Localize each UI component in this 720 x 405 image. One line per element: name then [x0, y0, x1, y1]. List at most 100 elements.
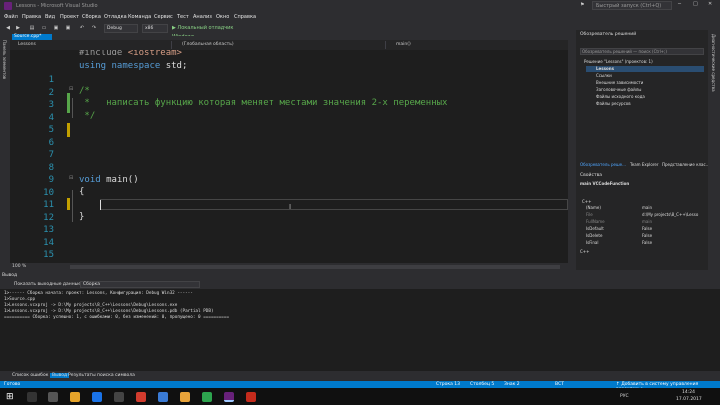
member-dropdown[interactable]: main()	[390, 41, 560, 49]
menu-team[interactable]: Команда	[128, 14, 151, 20]
property-row[interactable]: IsFinal False	[580, 240, 704, 247]
status-insert-mode: ВСТ	[555, 382, 564, 387]
tree-item-headers[interactable]: Заголовочные файлы	[596, 87, 641, 92]
line-number: 5	[48, 125, 54, 135]
property-row[interactable]: IsDefault False	[580, 226, 704, 233]
close-button[interactable]: ✕	[708, 1, 712, 7]
flag-icon[interactable]: ⚑	[580, 2, 584, 8]
code-editor[interactable]: ⊟ ⊟ I 1 2 3 4 5 6 7 8 9 10 11 12 13 14 1…	[10, 50, 568, 263]
window-title: Lessons - Microsoft Visual Studio	[16, 3, 98, 9]
tab-solution-explorer[interactable]: Обозреватель реше...	[580, 162, 626, 167]
project-node[interactable]: Lessons	[596, 66, 614, 71]
properties-category: C++	[582, 199, 592, 204]
minimize-button[interactable]: ─	[678, 1, 681, 7]
search-icon[interactable]	[27, 392, 37, 402]
tab-symbol-results[interactable]: Результаты поиска символа	[68, 373, 135, 378]
tree-item-sources[interactable]: Файлы исходного кода	[596, 94, 645, 99]
platform-dropdown[interactable]: x86	[142, 24, 168, 33]
output-line: ========== Сборка: успешно: 1, с ошибкам…	[4, 315, 230, 320]
property-row[interactable]: File d:\My projects\8_C++\Lesso	[580, 212, 704, 219]
menu-help[interactable]: Справка	[234, 14, 256, 20]
toolbox-tab[interactable]: Панель элементов	[2, 40, 7, 79]
properties-panel: Свойства main VCCodeFunction C++ (Name) m…	[576, 170, 708, 270]
solution-root[interactable]: Решение "Lessons" (проектов: 1)	[584, 59, 653, 64]
menu-tools[interactable]: Сервис	[154, 14, 173, 20]
menu-analyze[interactable]: Анализ	[193, 14, 212, 20]
open-icon[interactable]: ▭	[40, 24, 48, 33]
properties-object[interactable]: main VCCodeFunction	[580, 181, 629, 186]
menu-debug[interactable]: Отладка	[104, 14, 127, 20]
tray-date[interactable]: 17.07.2017	[676, 397, 702, 402]
tree-item-external[interactable]: Внешние зависимости	[596, 80, 643, 85]
tree-item-resources[interactable]: Файлы ресурсов	[596, 101, 631, 106]
diagnostics-strip: Диагностические средства	[708, 30, 720, 270]
collapse-toggle[interactable]: ⊟	[69, 86, 73, 92]
redo-icon[interactable]: ↷	[90, 24, 98, 33]
save-all-icon[interactable]: ▣	[64, 24, 72, 33]
zoom-level[interactable]: 100 %	[12, 264, 26, 269]
using-rest: std;	[160, 61, 188, 71]
app-icon[interactable]	[246, 392, 256, 402]
store-icon[interactable]	[114, 392, 124, 402]
app-icon[interactable]	[202, 392, 212, 402]
app-icon[interactable]	[158, 392, 168, 402]
property-value: False	[642, 226, 653, 231]
task-view-icon[interactable]	[48, 392, 58, 402]
line-number: 1	[48, 75, 54, 85]
output-show-label: Показать выходные данные из:	[14, 282, 90, 287]
diagnostics-tab[interactable]: Диагностические средства	[711, 34, 716, 92]
property-value: False	[642, 233, 653, 238]
tree-item-references[interactable]: Ссылки	[596, 73, 612, 78]
tray-lang[interactable]: РУС	[620, 394, 629, 399]
tab-output[interactable]: Вывод	[50, 373, 70, 378]
tab-class-view[interactable]: Представление клас...	[662, 162, 710, 167]
maximize-button[interactable]: □	[693, 1, 698, 7]
line-number: 10	[43, 188, 54, 198]
property-row[interactable]: IsDelete False	[580, 233, 704, 240]
save-icon[interactable]: ▣	[52, 24, 60, 33]
scope-dropdown[interactable]: (Глобальная область)	[176, 41, 386, 49]
file-explorer-icon[interactable]	[70, 392, 80, 402]
media-icon[interactable]	[136, 392, 146, 402]
collapse-toggle[interactable]: ⊟	[69, 175, 73, 181]
undo-icon[interactable]: ↶	[78, 24, 86, 33]
visual-studio-taskbar-icon[interactable]	[224, 392, 234, 402]
start-debug-button[interactable]: ▶ Локальный отладчик Windows	[172, 24, 252, 40]
menu-window[interactable]: Окно	[216, 14, 229, 20]
menu-project[interactable]: Проект	[60, 14, 79, 20]
project-label: Lessons	[18, 42, 36, 47]
forward-icon[interactable]: ▶	[14, 24, 22, 33]
windows-start-icon[interactable]: ⊞	[6, 392, 14, 402]
property-row[interactable]: FullName main	[580, 219, 704, 226]
edge-icon[interactable]	[92, 392, 102, 402]
menu-test[interactable]: Тест	[177, 14, 189, 20]
new-file-icon[interactable]: ▤	[28, 24, 36, 33]
tab-error-list[interactable]: Список ошибок	[12, 373, 48, 378]
status-bar: Готово Строка 13 Столбец 5 Знак 2 ВСТ ↑ …	[0, 381, 720, 392]
line-number: 8	[48, 163, 54, 173]
code-line-1: #include <iostream>	[79, 50, 182, 58]
line-number: 14	[43, 238, 54, 248]
title-bar: Lessons - Microsoft Visual Studio ⚑ Быст…	[0, 0, 720, 12]
property-value: main	[642, 205, 652, 210]
status-ready: Готово	[4, 382, 21, 387]
property-row[interactable]: (Name) main	[580, 205, 704, 212]
menu-view[interactable]: Вид	[45, 14, 55, 20]
output-line: 1>Source.cpp	[4, 297, 36, 302]
tab-team-explorer[interactable]: Team Explorer	[630, 162, 659, 167]
line-number: 2	[48, 88, 54, 98]
menu-build[interactable]: Сборка	[82, 14, 101, 20]
output-toolbar: Показать выходные данные из: Сборка	[0, 280, 720, 289]
config-dropdown[interactable]: Debug	[104, 24, 138, 33]
app-icon[interactable]	[180, 392, 190, 402]
project-dropdown[interactable]: Lessons	[12, 41, 172, 49]
output-source-dropdown[interactable]: Сборка	[80, 281, 200, 288]
horizontal-scrollbar[interactable]	[70, 265, 560, 269]
tray-time[interactable]: 14:24	[682, 390, 695, 395]
menu-edit[interactable]: Правка	[22, 14, 41, 20]
using-keyword: using	[79, 61, 107, 71]
menu-file[interactable]: Файл	[4, 14, 18, 20]
back-icon[interactable]: ◀	[4, 24, 12, 33]
property-value: False	[642, 240, 653, 245]
line-number: 3	[48, 100, 54, 110]
